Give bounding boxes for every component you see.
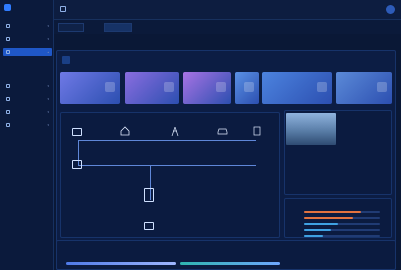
- station-tab-pile[interactable]: [196, 56, 204, 64]
- ranking-track: [304, 229, 380, 231]
- metric-card[interactable]: [183, 72, 231, 104]
- metric-card-icon: [216, 82, 226, 92]
- settings-icon: [6, 123, 10, 127]
- menu-toggle-icon[interactable]: [60, 6, 66, 12]
- ranking-row: [290, 216, 380, 220]
- chevron-down-icon: ▾: [47, 37, 49, 41]
- bottom-right-bar: [180, 262, 280, 265]
- metric-card[interactable]: [336, 72, 392, 104]
- charging-pile-icon: [252, 126, 262, 136]
- ranking-fill: [304, 211, 361, 213]
- ranking-track: [304, 223, 380, 225]
- sidebar-item-6[interactable]: ▾: [3, 108, 52, 116]
- station-photo: [286, 113, 336, 145]
- sidebar-item-1[interactable]: ▾: [3, 22, 52, 30]
- ranking-fill: [304, 223, 339, 225]
- ranking-row: [290, 222, 380, 226]
- sidebar-item-2[interactable]: ▾: [3, 35, 52, 43]
- logo-icon: [4, 4, 11, 11]
- chevron-down-icon: ▾: [47, 97, 49, 101]
- alert-icon: [6, 97, 10, 101]
- chevron-down-icon: ▾: [47, 110, 49, 114]
- station-tab-charging[interactable]: [132, 56, 140, 64]
- house-icon: [120, 126, 130, 136]
- bottom-left-bar: [66, 262, 176, 265]
- tab-station-monitor[interactable]: [104, 23, 132, 32]
- metric-card-icon: [244, 82, 254, 92]
- metric-card-icon: [377, 82, 387, 92]
- monitor-icon: [6, 50, 10, 54]
- chevron-down-icon: ▾: [47, 24, 49, 28]
- report-icon: [6, 110, 10, 114]
- tab-home[interactable]: [58, 23, 84, 32]
- car-icon: [217, 127, 228, 135]
- ranking-track: [304, 235, 380, 237]
- sidebar: ▾ ▾ ▴ ▾ ▾ ▾ ▾: [0, 0, 54, 270]
- flow-line-mid: [78, 165, 256, 166]
- storage-unit-icon: [144, 222, 154, 230]
- metric-card[interactable]: [125, 72, 179, 104]
- metric-card[interactable]: [60, 72, 120, 104]
- home-icon: [6, 24, 10, 28]
- page-tabs: [54, 20, 401, 34]
- battery-icon: [144, 188, 154, 202]
- sidebar-item-4[interactable]: ▾: [3, 82, 52, 90]
- ranking-row: [290, 234, 380, 238]
- inverter-icon: [72, 160, 82, 169]
- ranking-fill: [304, 235, 323, 237]
- station-tab-overview[interactable]: [62, 56, 70, 64]
- top-header: [54, 0, 401, 20]
- metric-card-icon: [164, 82, 174, 92]
- chevron-down-icon: ▾: [47, 123, 49, 127]
- ranking-row: [290, 228, 380, 232]
- ranking-fill: [304, 229, 331, 231]
- metric-card[interactable]: [235, 72, 259, 104]
- ranking-fill: [304, 217, 354, 219]
- chevron-up-icon: ▴: [47, 50, 49, 54]
- grid-tower-icon: [170, 126, 180, 137]
- flow-line-top: [78, 140, 256, 141]
- sidebar-item-3[interactable]: ▴: [3, 48, 52, 56]
- chart-icon: [6, 84, 10, 88]
- metric-card-icon: [317, 82, 327, 92]
- sidebar-item-7[interactable]: ▾: [3, 121, 52, 129]
- chevron-down-icon: ▾: [47, 84, 49, 88]
- metric-card-icon: [105, 82, 115, 92]
- station-tab-storage[interactable]: [163, 56, 171, 64]
- sidebar-item-5[interactable]: ▾: [3, 95, 52, 103]
- solar-panel-icon: [72, 128, 82, 136]
- ranking-track: [304, 217, 380, 219]
- avatar[interactable]: [386, 5, 395, 14]
- ranking-track: [304, 211, 380, 213]
- bottom-panel: [56, 240, 396, 270]
- grid-icon: [6, 37, 10, 41]
- metric-card[interactable]: [262, 72, 332, 104]
- station-tab-pv[interactable]: [92, 56, 100, 64]
- ranking-row: [290, 210, 380, 214]
